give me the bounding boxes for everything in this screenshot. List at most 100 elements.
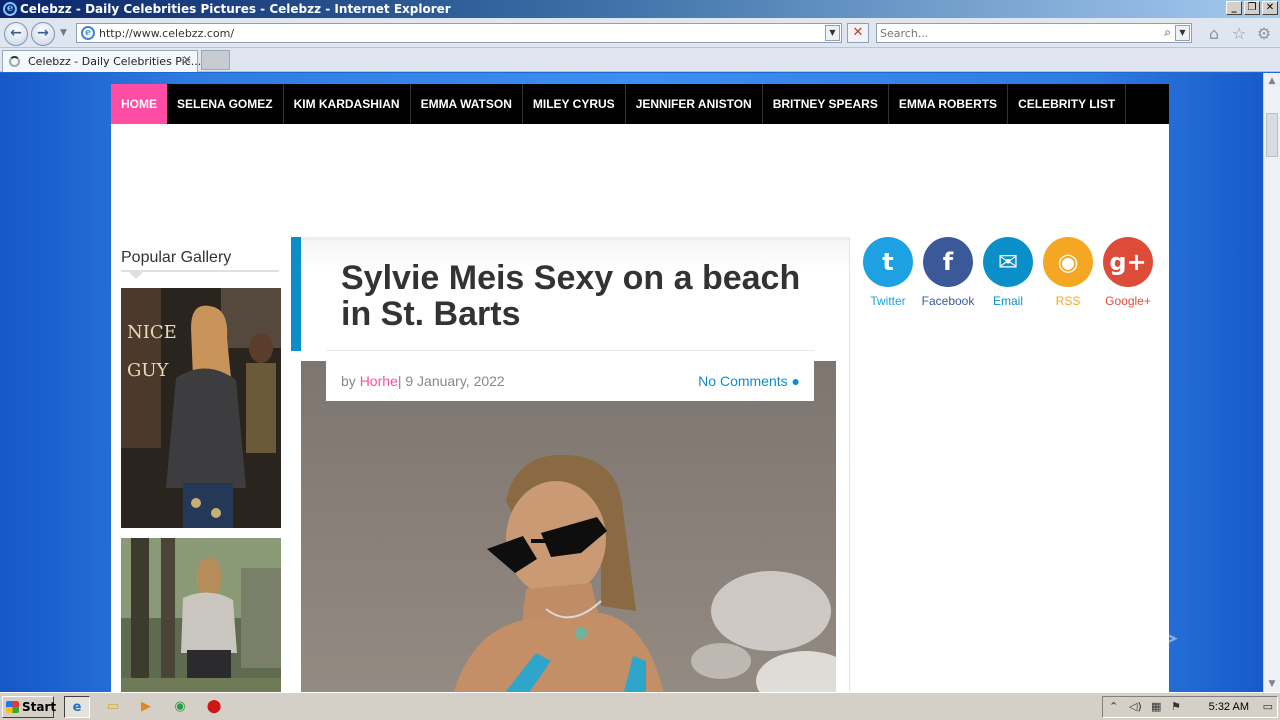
social-label-twitter[interactable]: Twitter <box>858 294 918 308</box>
vertical-scrollbar[interactable]: ▲ ▼ <box>1263 73 1280 692</box>
social-rss[interactable]: ◉ RSS <box>1038 237 1098 308</box>
search-dropdown-icon[interactable]: ▼ <box>1175 25 1190 41</box>
taskbar-chrome[interactable]: ◉ <box>167 696 193 718</box>
close-button[interactable]: ✕ <box>1262 1 1278 15</box>
taskbar: Start e ▭ ▶ ◉ ⬤ ⌃ ◁) ▦ ⚑ 5:32 AM ▭ <box>0 692 1280 720</box>
post-title[interactable]: Sylvie Meis Sexy on a beach in St. Barts <box>341 260 811 332</box>
start-button[interactable]: Start <box>2 696 57 718</box>
social-twitter[interactable]: t Twitter <box>858 237 918 308</box>
browser-navigation-bar: ← → ▼ e http://www.celebzz.com/ ▼ ✕ ⌕ ▼ … <box>0 18 1280 48</box>
post-featured-image[interactable] <box>301 361 836 692</box>
byline-label: by <box>341 373 356 389</box>
social-label-email[interactable]: Email <box>978 294 1038 308</box>
start-label: Start <box>22 700 57 714</box>
menu-item-jennifer-aniston[interactable]: JENNIFER ANISTON <box>626 84 763 124</box>
stop-button[interactable]: ✕ <box>847 23 869 43</box>
search-input[interactable] <box>880 26 1150 40</box>
stop-sign-icon: ⬤ <box>206 699 222 714</box>
menu-item-emma-watson[interactable]: EMMA WATSON <box>411 84 523 124</box>
show-desktop-icon[interactable]: ▭ <box>1263 700 1273 713</box>
post-meta: by Horhe| 9 January, 2022 No Comments ● <box>326 361 814 401</box>
windows-logo-icon <box>6 701 19 713</box>
address-url[interactable]: http://www.celebzz.com/ <box>99 27 234 40</box>
taskbar-internet-explorer[interactable]: e <box>64 696 90 718</box>
comments-label[interactable]: No Comments <box>698 373 787 389</box>
post-header: Sylvie Meis Sexy on a beach in St. Barts <box>301 237 849 351</box>
svg-text:NICE: NICE <box>127 322 177 343</box>
social-label-rss[interactable]: RSS <box>1038 294 1098 308</box>
menu-item-celebrity-list[interactable]: CELEBRITY LIST <box>1008 84 1127 124</box>
minimize-button[interactable]: _ <box>1226 1 1242 15</box>
post-date: | 9 January, 2022 <box>397 373 505 389</box>
action-center-flag-icon[interactable]: ⚑ <box>1171 700 1181 713</box>
post-author-link[interactable]: Horhe <box>360 373 398 389</box>
loading-spinner-icon <box>9 56 20 67</box>
tab-close-icon[interactable]: ✕ <box>182 53 192 67</box>
social-google-plus[interactable]: g+ Google+ <box>1098 237 1158 308</box>
page-viewport: HOME SELENA GOMEZ KIM KARDASHIAN EMMA WA… <box>0 73 1280 692</box>
comments-link[interactable]: No Comments ● <box>698 373 800 389</box>
taskbar-media-player[interactable]: ▶ <box>133 696 159 718</box>
gear-icon[interactable]: ⚙ <box>1255 25 1273 43</box>
svg-text:GUY: GUY <box>127 360 170 381</box>
main-menu: HOME SELENA GOMEZ KIM KARDASHIAN EMMA WA… <box>111 84 1169 124</box>
address-dropdown-icon[interactable]: ▼ <box>825 25 840 41</box>
restore-button[interactable]: ❐ <box>1244 1 1260 15</box>
favorites-star-icon[interactable]: ☆ <box>1230 25 1248 43</box>
column-divider <box>849 237 850 692</box>
network-icon[interactable]: ▦ <box>1151 700 1161 713</box>
scrollbar-thumb[interactable] <box>1266 113 1278 157</box>
address-bar[interactable]: e http://www.celebzz.com/ ▼ <box>76 23 842 43</box>
history-dropdown-icon[interactable]: ▼ <box>60 28 67 38</box>
volume-icon[interactable]: ◁) <box>1129 700 1142 713</box>
arrow-right-icon: → <box>37 25 49 41</box>
post-photo <box>301 361 836 692</box>
internet-explorer-icon: e <box>3 2 17 16</box>
google-plus-icon[interactable]: g+ <box>1103 237 1153 287</box>
search-box[interactable]: ⌕ ▼ <box>876 23 1192 43</box>
tray-expand-icon[interactable]: ⌃ <box>1109 700 1118 713</box>
social-label-facebook[interactable]: Facebook <box>918 294 978 308</box>
gallery-thumbnail[interactable]: NICE GUY <box>121 288 281 528</box>
social-facebook[interactable]: f Facebook <box>918 237 978 308</box>
menu-item-britney-spears[interactable]: BRITNEY SPEARS <box>763 84 889 124</box>
tab-row: Celebzz - Daily Celebrities Pic... ✕ <box>0 48 1280 72</box>
arrow-left-icon: ← <box>10 25 22 41</box>
gallery-photo <box>121 538 281 692</box>
taskbar-antivirus[interactable]: ⬤ <box>201 696 227 718</box>
sidebar-divider-notch <box>129 272 143 279</box>
page-ie-icon: e <box>81 26 95 40</box>
scroll-up-icon[interactable]: ▲ <box>1264 73 1280 89</box>
menu-item-emma-roberts[interactable]: EMMA ROBERTS <box>889 84 1009 124</box>
social-label-google-plus[interactable]: Google+ <box>1098 294 1158 308</box>
site-container: HOME SELENA GOMEZ KIM KARDASHIAN EMMA WA… <box>111 84 1169 692</box>
back-button[interactable]: ← <box>4 22 28 46</box>
twitter-icon[interactable]: t <box>863 237 913 287</box>
chrome-icon: ◉ <box>174 699 186 714</box>
folder-icon: ▭ <box>106 699 120 714</box>
tab-celebzz[interactable]: Celebzz - Daily Celebrities Pic... ✕ <box>2 50 201 72</box>
home-icon[interactable]: ⌂ <box>1205 25 1223 43</box>
menu-item-kim-kardashian[interactable]: KIM KARDASHIAN <box>284 84 411 124</box>
system-tray: ⌃ ◁) ▦ ⚑ 5:32 AM ▭ <box>1102 696 1278 718</box>
taskbar-clock[interactable]: 5:32 AM <box>1209 701 1249 713</box>
comment-bubble-icon: ● <box>791 373 800 389</box>
post-byline: by Horhe| 9 January, 2022 <box>341 373 505 389</box>
forward-button[interactable]: → <box>31 22 55 46</box>
new-tab-button[interactable] <box>201 50 230 70</box>
social-email[interactable]: ✉ Email <box>978 237 1038 308</box>
scroll-down-icon[interactable]: ▼ <box>1264 676 1280 692</box>
post-divider <box>326 350 814 351</box>
menu-item-miley-cyrus[interactable]: MILEY CYRUS <box>523 84 626 124</box>
facebook-icon[interactable]: f <box>923 237 973 287</box>
email-icon[interactable]: ✉ <box>983 237 1033 287</box>
menu-item-home[interactable]: HOME <box>111 84 167 124</box>
gallery-thumbnail[interactable] <box>121 538 281 692</box>
menu-item-selena-gomez[interactable]: SELENA GOMEZ <box>167 84 284 124</box>
taskbar-explorer[interactable]: ▭ <box>100 696 126 718</box>
media-player-icon: ▶ <box>141 699 151 714</box>
search-icon[interactable]: ⌕ <box>1164 25 1171 40</box>
sidebar-divider <box>121 270 279 272</box>
rss-icon[interactable]: ◉ <box>1043 237 1093 287</box>
internet-explorer-icon: e <box>72 700 82 715</box>
